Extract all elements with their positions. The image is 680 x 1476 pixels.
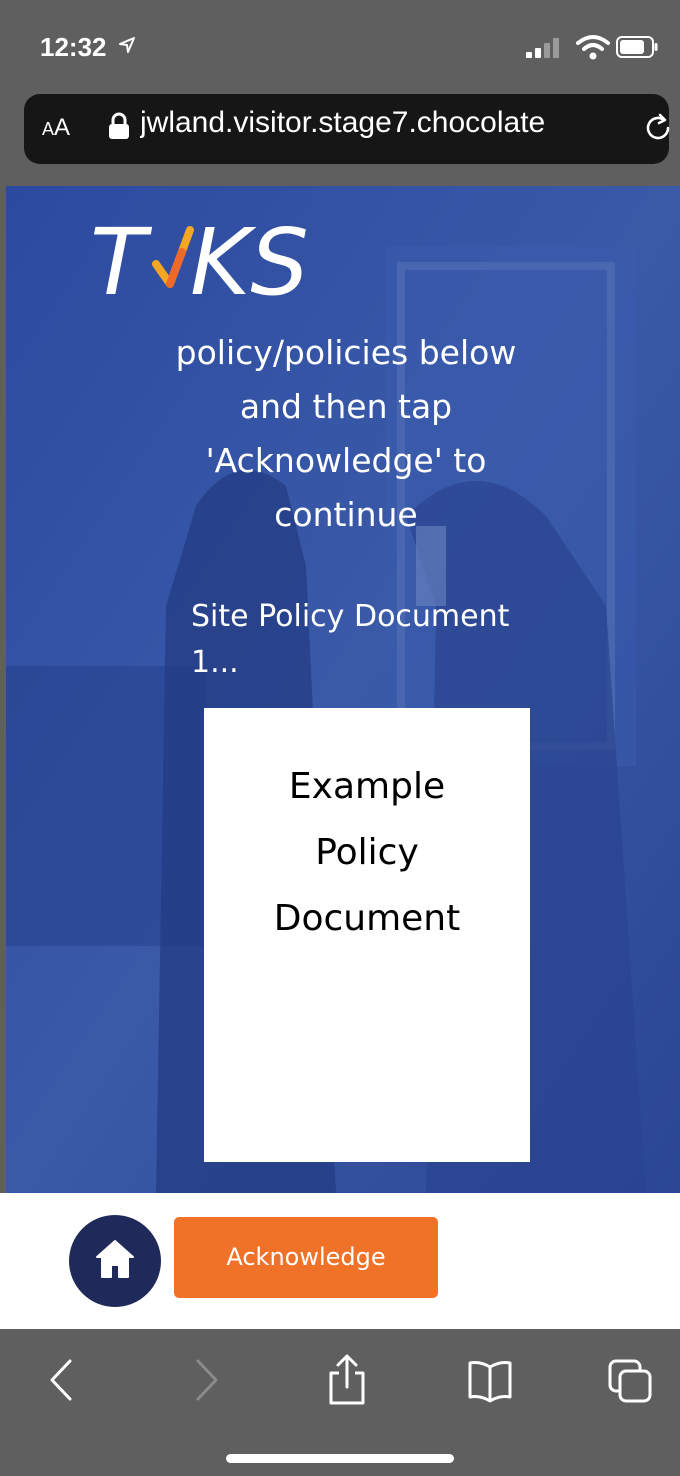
status-bar: 12:32 <box>0 0 680 90</box>
tiks-logo: T KS <box>90 212 309 312</box>
home-button[interactable] <box>69 1215 161 1307</box>
back-chevron-icon[interactable] <box>38 1353 88 1407</box>
instruction-text: policy/policies below and then tap 'Ackn… <box>175 333 517 534</box>
text-size-large-label: A <box>54 114 71 141</box>
house-icon <box>96 1240 134 1278</box>
share-icon[interactable] <box>322 1353 372 1407</box>
battery-icon <box>616 36 658 58</box>
url-fade <box>564 104 620 152</box>
action-footer: Acknowledge <box>0 1193 680 1329</box>
reload-icon[interactable] <box>642 112 674 144</box>
home-indicator <box>226 1454 454 1463</box>
cellular-signal-icon <box>526 38 559 58</box>
acknowledge-button[interactable]: Acknowledge <box>174 1217 438 1298</box>
document-preview-line: Policy <box>315 832 419 873</box>
document-preview-line: Document <box>273 898 461 939</box>
hero-background: T KS policy/policies below and then tap … <box>6 186 680 1193</box>
browser-toolbar <box>0 1329 680 1476</box>
text-size-button[interactable]: AA <box>42 114 70 142</box>
text-size-small-label: A <box>42 119 55 139</box>
document-title-link[interactable]: Site Policy Document 1... <box>191 594 551 686</box>
document-preview-line: Example <box>288 766 446 807</box>
status-time: 12:32 <box>40 32 107 62</box>
tabs-icon[interactable] <box>606 1353 656 1407</box>
browser-address-bar[interactable]: AA jwland.visitor.stage7.chocolate <box>24 94 670 164</box>
wifi-icon <box>576 35 610 60</box>
svg-text:T: T <box>90 212 153 312</box>
location-arrow-icon <box>119 37 135 53</box>
policy-document-preview[interactable]: Example Policy Document <box>204 708 530 1162</box>
svg-text:KS: KS <box>190 212 309 312</box>
lock-icon <box>109 112 129 139</box>
forward-chevron-icon[interactable] <box>180 1353 230 1407</box>
url-text[interactable]: jwland.visitor.stage7.chocolate <box>140 106 608 140</box>
bookmarks-book-icon[interactable] <box>465 1353 515 1407</box>
document-preview-text: Example Policy Document <box>204 754 530 952</box>
